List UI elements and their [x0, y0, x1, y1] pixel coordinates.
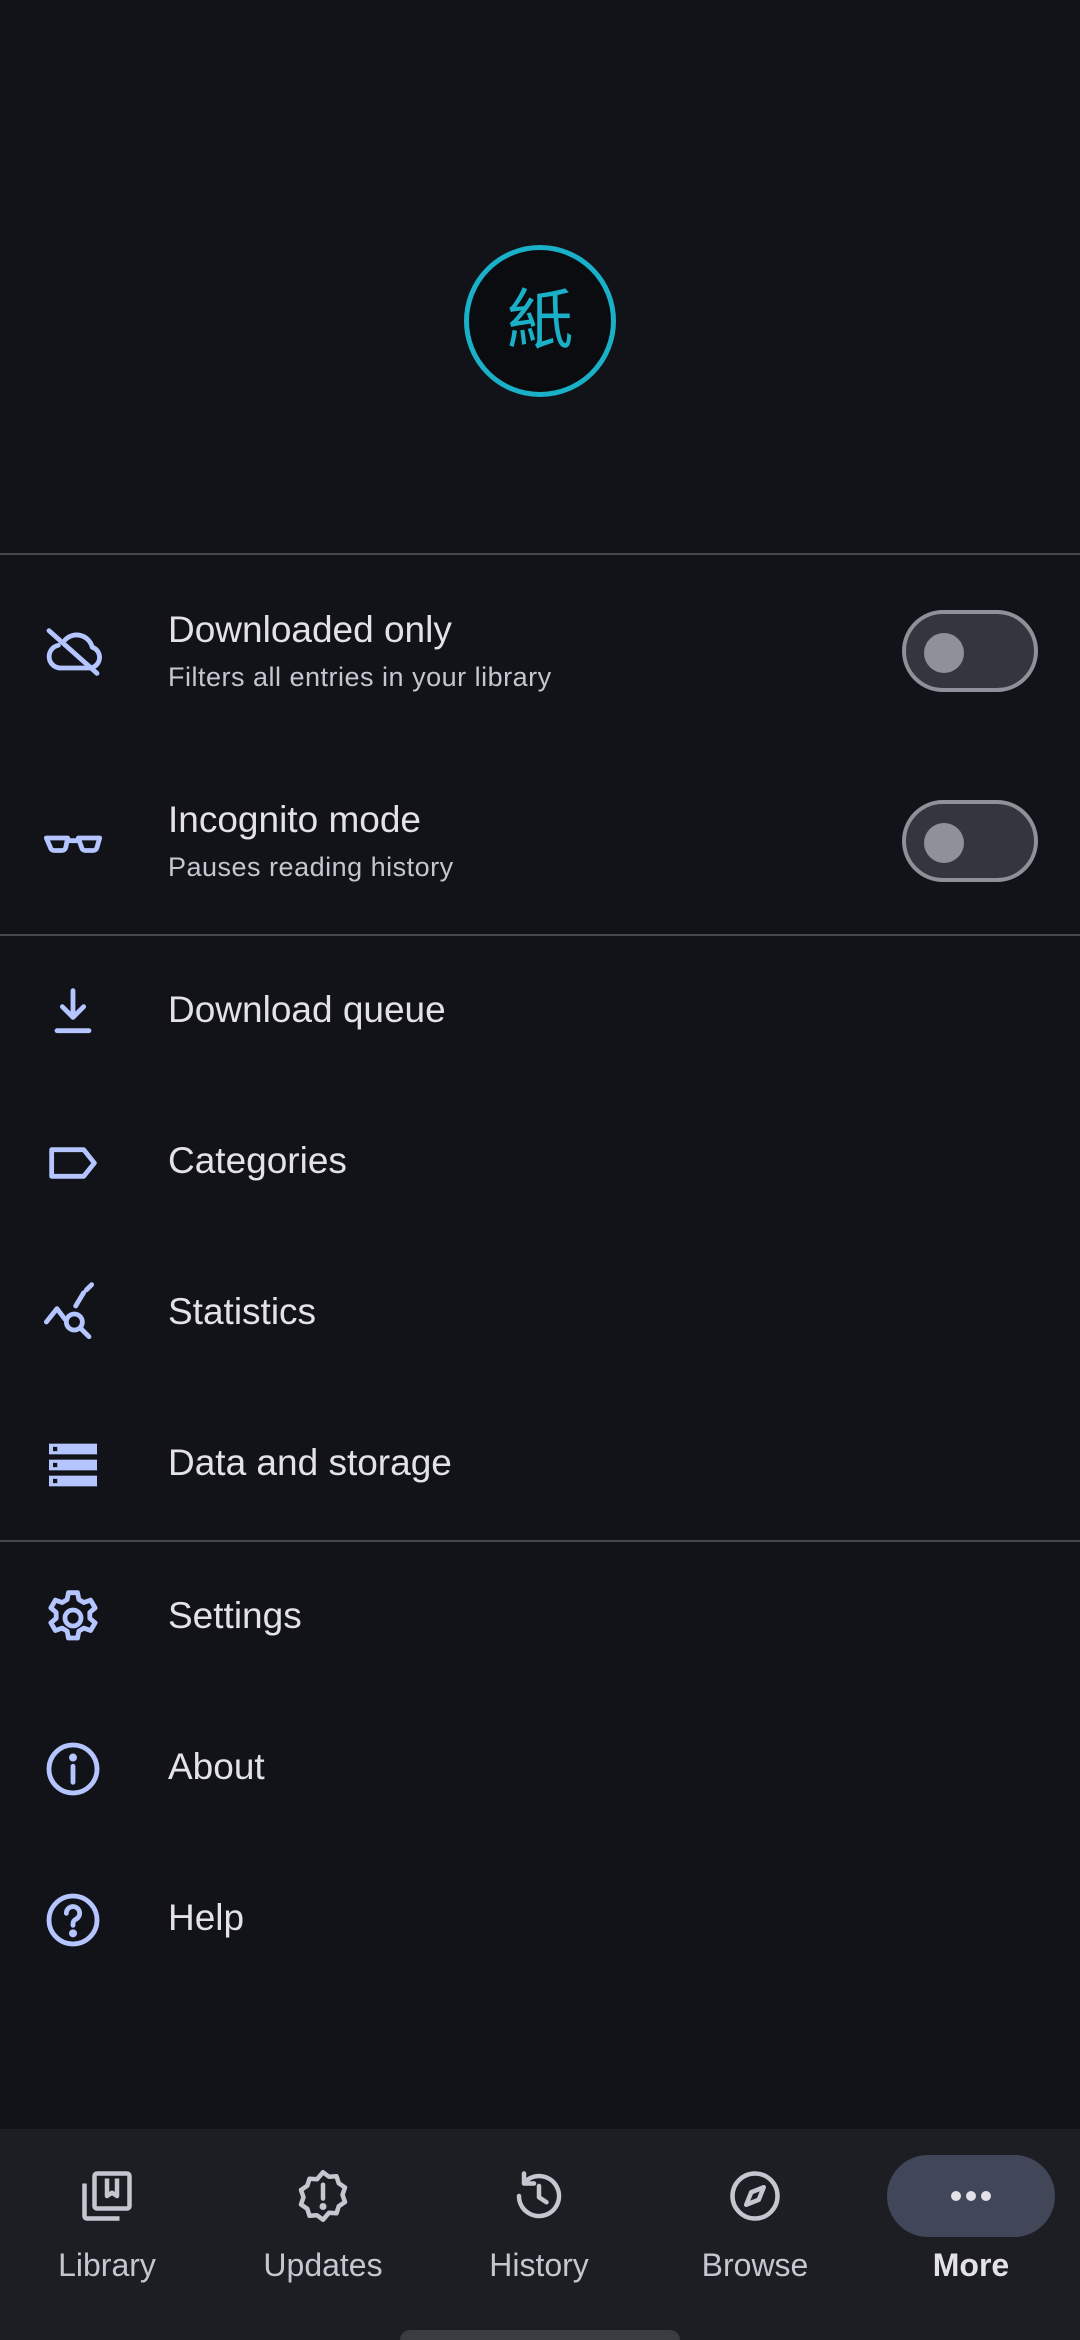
nav-history[interactable]: History	[439, 2155, 639, 2305]
nav-pill-active	[887, 2155, 1055, 2237]
divider	[0, 553, 1080, 555]
new-releases-icon	[298, 2170, 348, 2222]
nav-library[interactable]: Library	[7, 2155, 207, 2305]
menu-item-data-and-storage[interactable]: Data and storage	[0, 1389, 1080, 1540]
library-icon	[82, 2171, 132, 2221]
switch-knob	[924, 823, 964, 863]
more-header: 紙	[0, 0, 1080, 552]
settings-label: Settings	[168, 1595, 302, 1636]
switch-knob	[924, 633, 964, 673]
menu-item-about[interactable]: About	[0, 1693, 1080, 1844]
downloaded-only-row[interactable]: Downloaded only Filters all entries in y…	[0, 584, 1080, 720]
compass-icon	[730, 2171, 780, 2221]
incognito-mode-subtitle: Pauses reading history	[168, 852, 454, 883]
download-icon	[41, 980, 105, 1044]
info-icon	[41, 1737, 105, 1801]
download-queue-label: Download queue	[168, 989, 446, 1030]
about-label: About	[168, 1746, 265, 1787]
glasses-icon	[41, 810, 105, 874]
more-horiz-icon	[951, 2191, 991, 2201]
nav-more[interactable]: More	[871, 2155, 1071, 2305]
help-icon	[41, 1888, 105, 1952]
label-icon	[41, 1131, 105, 1195]
bottom-navigation: Library Updates History Browse More	[0, 2129, 1080, 2340]
storage-icon	[41, 1433, 105, 1497]
app-logo: 紙	[464, 245, 616, 397]
incognito-mode-title: Incognito mode	[168, 799, 422, 840]
help-label: Help	[168, 1897, 245, 1938]
nav-pill	[455, 2155, 623, 2237]
incognito-mode-row[interactable]: Incognito mode Pauses reading history	[0, 774, 1080, 910]
query-stats-icon	[41, 1282, 105, 1346]
incognito-mode-switch[interactable]	[902, 800, 1038, 882]
menu-item-categories[interactable]: Categories	[0, 1087, 1080, 1238]
app-logo-glyph: 紙	[507, 282, 573, 359]
data-and-storage-label: Data and storage	[168, 1442, 452, 1483]
nav-updates-label: Updates	[263, 2247, 383, 2283]
gear-icon	[41, 1586, 105, 1650]
history-icon	[516, 2171, 562, 2219]
home-indicator[interactable]	[400, 2330, 680, 2340]
downloaded-only-subtitle: Filters all entries in your library	[168, 662, 552, 693]
menu-item-help[interactable]: Help	[0, 1844, 1080, 1995]
menu-item-settings[interactable]: Settings	[0, 1542, 1080, 1693]
nav-more-label: More	[932, 2247, 1010, 2283]
downloaded-only-title: Downloaded only	[168, 609, 452, 650]
menu-item-statistics[interactable]: Statistics	[0, 1238, 1080, 1389]
categories-label: Categories	[168, 1140, 347, 1181]
cloud-off-icon	[41, 620, 105, 684]
downloaded-only-switch[interactable]	[902, 610, 1038, 692]
nav-history-label: History	[489, 2247, 589, 2283]
nav-browse-label: Browse	[701, 2247, 809, 2283]
statistics-label: Statistics	[168, 1291, 317, 1332]
nav-pill	[239, 2155, 407, 2237]
nav-pill	[671, 2155, 839, 2237]
nav-pill	[23, 2155, 191, 2237]
menu-item-download-queue[interactable]: Download queue	[0, 936, 1080, 1087]
nav-browse[interactable]: Browse	[655, 2155, 855, 2305]
nav-updates[interactable]: Updates	[223, 2155, 423, 2305]
nav-library-label: Library	[58, 2247, 156, 2283]
